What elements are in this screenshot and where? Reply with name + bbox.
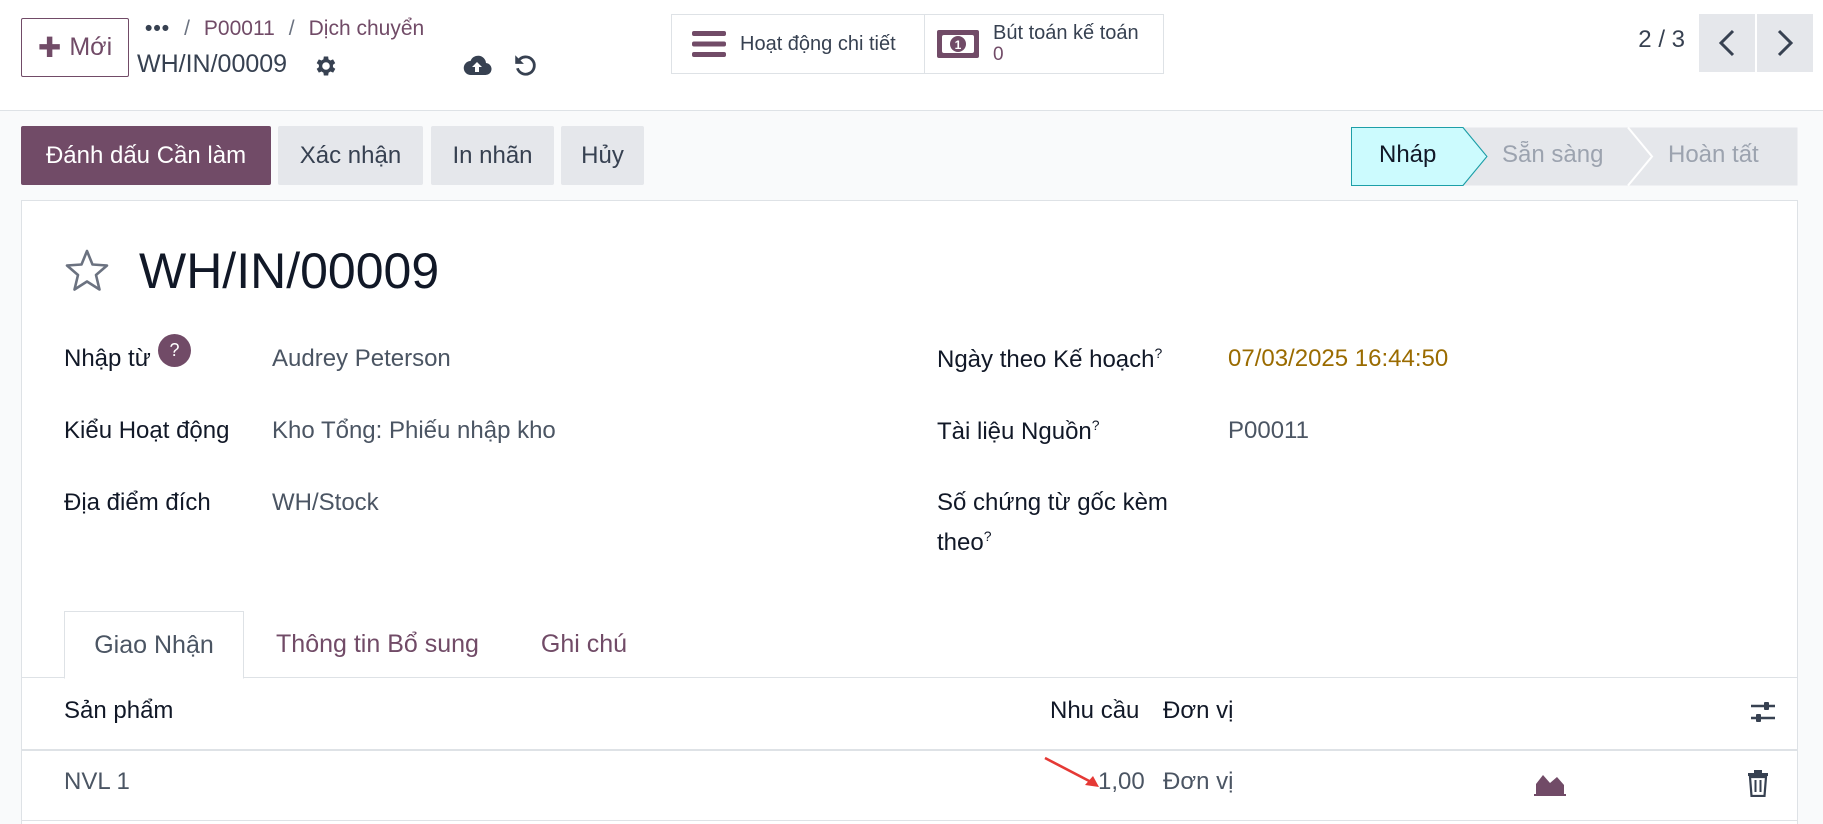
column-header-product[interactable]: Sản phẩm xyxy=(64,697,173,725)
cell-uom[interactable]: Đơn vị xyxy=(1163,768,1233,796)
tab-additional-info[interactable]: Thông tin Bổ sung xyxy=(265,610,490,678)
detailed-operations-button[interactable]: Hoạt động chi tiết xyxy=(672,15,925,73)
field-value-source-document[interactable]: P00011 xyxy=(1228,417,1309,445)
discard-icon[interactable] xyxy=(512,52,538,78)
cell-product[interactable]: NVL 1 xyxy=(64,768,130,796)
table-row-divider xyxy=(22,820,1797,821)
breadcrumb-separator: / xyxy=(288,17,295,40)
svg-text:1: 1 xyxy=(955,38,962,52)
breadcrumb: ••• / P00011 / Dịch chuyển xyxy=(145,14,424,44)
new-button[interactable]: ✚ Mới xyxy=(21,18,129,77)
scheduled-date-label-text: Ngày theo Kế hoạch xyxy=(937,346,1155,373)
cancel-button[interactable]: Hủy xyxy=(561,126,644,185)
tooltip-marker: ? xyxy=(983,528,992,544)
status-done[interactable]: Hoàn tất xyxy=(1668,141,1759,169)
help-badge[interactable]: ? xyxy=(158,334,191,367)
control-panel: ✚ Mới ••• / P00011 / Dịch chuyển WH/IN/0… xyxy=(0,0,1823,111)
tooltip-marker: ? xyxy=(1091,417,1100,433)
field-label-source-document: Tài liệu Nguồn? xyxy=(937,417,1100,446)
field-value-origin-voucher[interactable] xyxy=(1228,489,1628,519)
accounting-entries-label: Bút toán kế toán xyxy=(993,22,1139,44)
tooltip-marker: ? xyxy=(1154,345,1163,361)
gear-icon[interactable] xyxy=(313,53,339,79)
status-draft[interactable]: Nháp xyxy=(1379,141,1436,169)
field-value-destination-location[interactable]: WH/Stock xyxy=(272,489,379,517)
breadcrumb-more-button[interactable]: ••• xyxy=(145,17,170,41)
breadcrumb-item-transfers[interactable]: Dịch chuyển xyxy=(309,17,425,41)
field-label-destination-location: Địa điểm đích xyxy=(64,489,211,516)
pager-value[interactable]: 2 / 3 xyxy=(1638,26,1685,54)
field-value-scheduled-date[interactable]: 07/03/2025 16:44:50 xyxy=(1228,345,1448,373)
chevron-right-icon xyxy=(1777,29,1794,57)
status-ready[interactable]: Sẵn sàng xyxy=(1502,141,1603,169)
annotation-arrow-icon xyxy=(1044,756,1099,787)
money-icon: 1 xyxy=(937,30,979,58)
breadcrumb-item-purchase[interactable]: P00011 xyxy=(204,17,275,41)
statusbar: Nháp Sẵn sàng Hoàn tất xyxy=(1351,127,1798,186)
chevron-left-icon xyxy=(1718,29,1735,57)
field-label-scheduled-date: Ngày theo Kế hoạch? xyxy=(937,345,1162,374)
trash-icon[interactable] xyxy=(1746,769,1770,797)
cell-demand[interactable]: 1,00 xyxy=(1098,768,1145,796)
field-label-origin-voucher-line1: Số chứng từ gốc kèm xyxy=(937,489,1168,516)
field-label-operation-type: Kiểu Hoạt động xyxy=(64,417,230,444)
breadcrumb-separator: / xyxy=(184,17,190,40)
record-title: WH/IN/00009 xyxy=(139,243,440,299)
field-label-origin-voucher-line2: theo? xyxy=(937,528,992,557)
star-icon[interactable] xyxy=(63,247,111,295)
accounting-entries-count: 0 xyxy=(993,44,1004,65)
column-header-demand[interactable]: Nhu cầu xyxy=(1050,697,1139,725)
confirm-button[interactable]: Xác nhận xyxy=(278,126,423,185)
tab-operations[interactable]: Giao Nhận xyxy=(64,611,244,679)
cloud-upload-icon[interactable] xyxy=(462,52,492,78)
plus-icon: ✚ xyxy=(37,32,62,63)
forecast-chart-icon[interactable] xyxy=(1534,770,1566,796)
mark-as-todo-button[interactable]: Đánh dấu Cần làm xyxy=(21,126,271,185)
column-header-uom[interactable]: Đơn vị xyxy=(1163,697,1233,725)
new-button-label: Mới xyxy=(69,33,113,61)
table-header-divider xyxy=(22,749,1797,751)
pager-previous-button[interactable] xyxy=(1699,14,1755,72)
list-icon xyxy=(692,31,726,57)
field-value-receive-from[interactable]: Audrey Peterson xyxy=(272,345,451,373)
accounting-entries-button[interactable]: 1 Bút toán kế toán 0 xyxy=(925,15,1163,73)
origin-voucher-label-text: theo xyxy=(937,529,984,556)
pager-next-button[interactable] xyxy=(1757,14,1813,72)
field-label-receive-from: Nhập từ xyxy=(64,345,151,372)
column-settings-icon[interactable] xyxy=(1749,698,1777,726)
smart-buttons: Hoạt động chi tiết 1 Bút toán kế toán 0 xyxy=(671,14,1164,74)
tab-note[interactable]: Ghi chú xyxy=(529,610,639,678)
field-value-operation-type[interactable]: Kho Tổng: Phiếu nhập kho xyxy=(272,417,556,445)
breadcrumb-current-record: WH/IN/00009 xyxy=(137,50,288,78)
source-document-label-text: Tài liệu Nguồn xyxy=(937,418,1092,445)
detailed-operations-label: Hoạt động chi tiết xyxy=(740,32,896,55)
print-labels-button[interactable]: In nhãn xyxy=(431,126,554,185)
